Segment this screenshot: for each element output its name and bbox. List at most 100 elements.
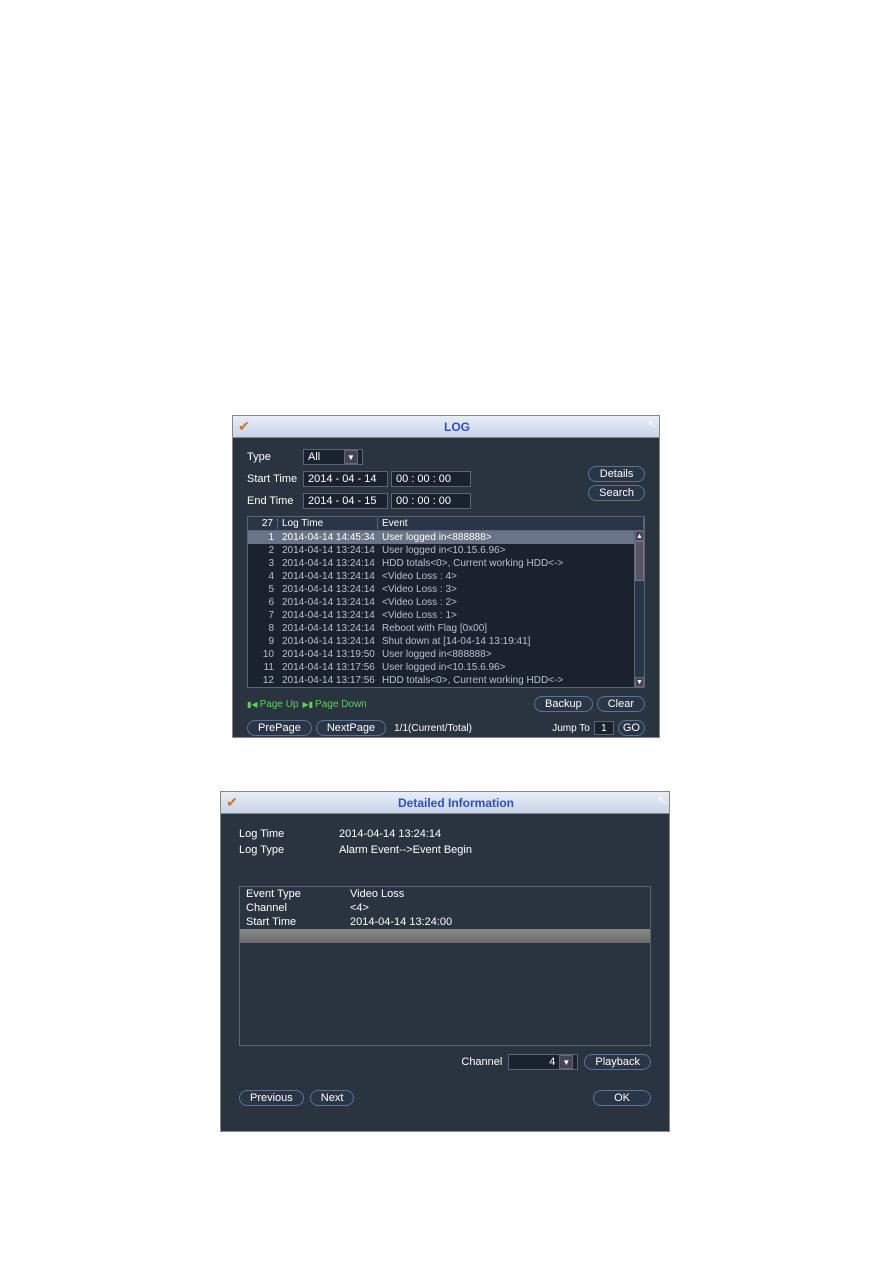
row-event: <Video Loss : 3> bbox=[378, 584, 644, 595]
end-date-input[interactable]: 2014 - 04 - 15 bbox=[303, 493, 388, 509]
start-date-input[interactable]: 2014 - 04 - 14 bbox=[303, 471, 388, 487]
ok-button[interactable]: OK bbox=[593, 1090, 651, 1106]
cursor-icon: ↖ bbox=[658, 794, 667, 807]
row-time: 2014-04-14 13:19:50 bbox=[278, 649, 378, 660]
detail-log-time-label: Log Time bbox=[239, 828, 339, 840]
channel-select-label: Channel bbox=[461, 1056, 502, 1068]
scrollbar[interactable]: ▲ ▼ bbox=[634, 531, 644, 687]
detail-start-time-label: Start Time bbox=[246, 916, 350, 928]
row-event: Shut down at [14-04-14 13:19:41] bbox=[378, 636, 644, 647]
jump-to-input[interactable] bbox=[594, 721, 614, 735]
detail-divider-bar bbox=[240, 929, 650, 943]
row-time: 2014-04-14 13:24:14 bbox=[278, 610, 378, 621]
row-num: 10 bbox=[248, 649, 278, 660]
event-type-label: Event Type bbox=[246, 888, 350, 900]
row-time: 2014-04-14 13:24:14 bbox=[278, 623, 378, 634]
table-row[interactable]: 62014-04-14 13:24:14<Video Loss : 2> bbox=[248, 596, 644, 609]
page-down-link[interactable]: ▶▮ Page Down bbox=[302, 699, 366, 710]
scroll-up-icon[interactable]: ▲ bbox=[635, 531, 644, 541]
page-down-label: Page Down bbox=[315, 699, 367, 710]
row-num: 9 bbox=[248, 636, 278, 647]
log-window-title: LOG bbox=[255, 420, 659, 434]
row-event: User logged in<10.15.6.96> bbox=[378, 545, 644, 556]
row-num: 12 bbox=[248, 675, 278, 686]
next-button[interactable]: Next bbox=[310, 1090, 355, 1106]
row-num: 11 bbox=[248, 662, 278, 673]
row-event: <Video Loss : 4> bbox=[378, 571, 644, 582]
table-row[interactable]: 92014-04-14 13:24:14Shut down at [14-04-… bbox=[248, 635, 644, 648]
row-event: User logged in<888888> bbox=[378, 649, 644, 660]
header-event: Event bbox=[378, 518, 644, 529]
row-time: 2014-04-14 13:24:14 bbox=[278, 636, 378, 647]
row-num: 8 bbox=[248, 623, 278, 634]
start-time-input[interactable]: 00 : 00 : 00 bbox=[391, 471, 471, 487]
row-time: 2014-04-14 14:45:34 bbox=[278, 532, 378, 543]
previous-button[interactable]: Previous bbox=[239, 1090, 304, 1106]
table-row[interactable]: 82014-04-14 13:24:14Reboot with Flag [0x… bbox=[248, 622, 644, 635]
log-titlebar: ✔ LOG ↖ bbox=[233, 416, 659, 438]
table-row[interactable]: 52014-04-14 13:24:14<Video Loss : 3> bbox=[248, 583, 644, 596]
row-event: HDD totals<0>, Current working HDD<-> bbox=[378, 675, 644, 686]
page-down-arrow-icon: ▶▮ bbox=[302, 700, 313, 709]
details-button[interactable]: Details bbox=[588, 466, 645, 482]
row-num: 2 bbox=[248, 545, 278, 556]
table-row[interactable]: 42014-04-14 13:24:14<Video Loss : 4> bbox=[248, 570, 644, 583]
end-time-input[interactable]: 00 : 00 : 00 bbox=[391, 493, 471, 509]
row-event: <Video Loss : 1> bbox=[378, 610, 644, 621]
detail-channel-label: Channel bbox=[246, 902, 350, 914]
row-time: 2014-04-14 13:17:56 bbox=[278, 675, 378, 686]
page-up-link[interactable]: ▮◀ Page Up bbox=[247, 699, 298, 710]
event-type-value: Video Loss bbox=[350, 888, 404, 900]
detail-channel-value: <4> bbox=[350, 902, 369, 914]
nextpage-button[interactable]: NextPage bbox=[316, 720, 386, 736]
detail-start-time-value: 2014-04-14 13:24:00 bbox=[350, 916, 452, 928]
jump-to-label: Jump To bbox=[552, 723, 590, 734]
playback-button[interactable]: Playback bbox=[584, 1054, 651, 1070]
go-button[interactable]: GO bbox=[618, 720, 645, 736]
header-count: 27 bbox=[248, 518, 278, 529]
table-row[interactable]: 32014-04-14 13:24:14HDD totals<0>, Curre… bbox=[248, 557, 644, 570]
row-time: 2014-04-14 13:24:14 bbox=[278, 584, 378, 595]
table-row[interactable]: 102014-04-14 13:19:50User logged in<8888… bbox=[248, 648, 644, 661]
row-time: 2014-04-14 13:17:56 bbox=[278, 662, 378, 673]
scrollbar-thumb[interactable] bbox=[635, 541, 644, 581]
app-icon: ✔ bbox=[221, 792, 243, 814]
clear-button[interactable]: Clear bbox=[597, 696, 645, 712]
search-button[interactable]: Search bbox=[588, 485, 645, 501]
table-row[interactable]: 22014-04-14 13:24:14User logged in<10.15… bbox=[248, 544, 644, 557]
log-window: ✔ LOG ↖ Details Search Type All ▼ Start … bbox=[232, 415, 660, 738]
row-event: User logged in<10.15.6.96> bbox=[378, 662, 644, 673]
log-table: 27 Log Time Event 12014-04-14 14:45:34Us… bbox=[247, 516, 645, 688]
prepage-button[interactable]: PrePage bbox=[247, 720, 312, 736]
start-time-label: Start Time bbox=[247, 473, 303, 485]
row-num: 4 bbox=[248, 571, 278, 582]
row-num: 7 bbox=[248, 610, 278, 621]
table-row[interactable]: 112014-04-14 13:17:56User logged in<10.1… bbox=[248, 661, 644, 674]
detail-window-title: Detailed Information bbox=[243, 796, 669, 810]
detail-log-time-value: 2014-04-14 13:24:14 bbox=[339, 828, 441, 840]
chevron-down-icon[interactable]: ▼ bbox=[559, 1055, 573, 1069]
channel-select[interactable]: 4 ▼ bbox=[508, 1054, 578, 1070]
row-event: <Video Loss : 2> bbox=[378, 597, 644, 608]
end-time-label: End Time bbox=[247, 495, 303, 507]
backup-button[interactable]: Backup bbox=[534, 696, 593, 712]
detail-panel: Event Type Video Loss Channel <4> Start … bbox=[239, 886, 651, 1046]
log-body: Details Search Type All ▼ Start Time 201… bbox=[233, 438, 659, 746]
detail-window: ✔ Detailed Information ↖ Log Time 2014-0… bbox=[220, 791, 670, 1132]
page-counter: 1/1(Current/Total) bbox=[394, 723, 472, 734]
cursor-icon: ↖ bbox=[648, 418, 657, 431]
row-event: User logged in<888888> bbox=[378, 532, 644, 543]
chevron-down-icon[interactable]: ▼ bbox=[344, 450, 358, 464]
row-event: Reboot with Flag [0x00] bbox=[378, 623, 644, 634]
table-row[interactable]: 12014-04-14 14:45:34User logged in<88888… bbox=[248, 531, 644, 544]
detail-log-type-value: Alarm Event-->Event Begin bbox=[339, 844, 472, 856]
scroll-down-icon[interactable]: ▼ bbox=[635, 677, 644, 687]
type-label: Type bbox=[247, 451, 303, 463]
detail-log-type-label: Log Type bbox=[239, 844, 339, 856]
table-row[interactable]: 122014-04-14 13:17:56HDD totals<0>, Curr… bbox=[248, 674, 644, 687]
table-row[interactable]: 72014-04-14 13:24:14<Video Loss : 1> bbox=[248, 609, 644, 622]
row-time: 2014-04-14 13:24:14 bbox=[278, 597, 378, 608]
row-num: 1 bbox=[248, 532, 278, 543]
header-logtime: Log Time bbox=[278, 518, 378, 529]
type-dropdown[interactable]: All ▼ bbox=[303, 449, 363, 465]
